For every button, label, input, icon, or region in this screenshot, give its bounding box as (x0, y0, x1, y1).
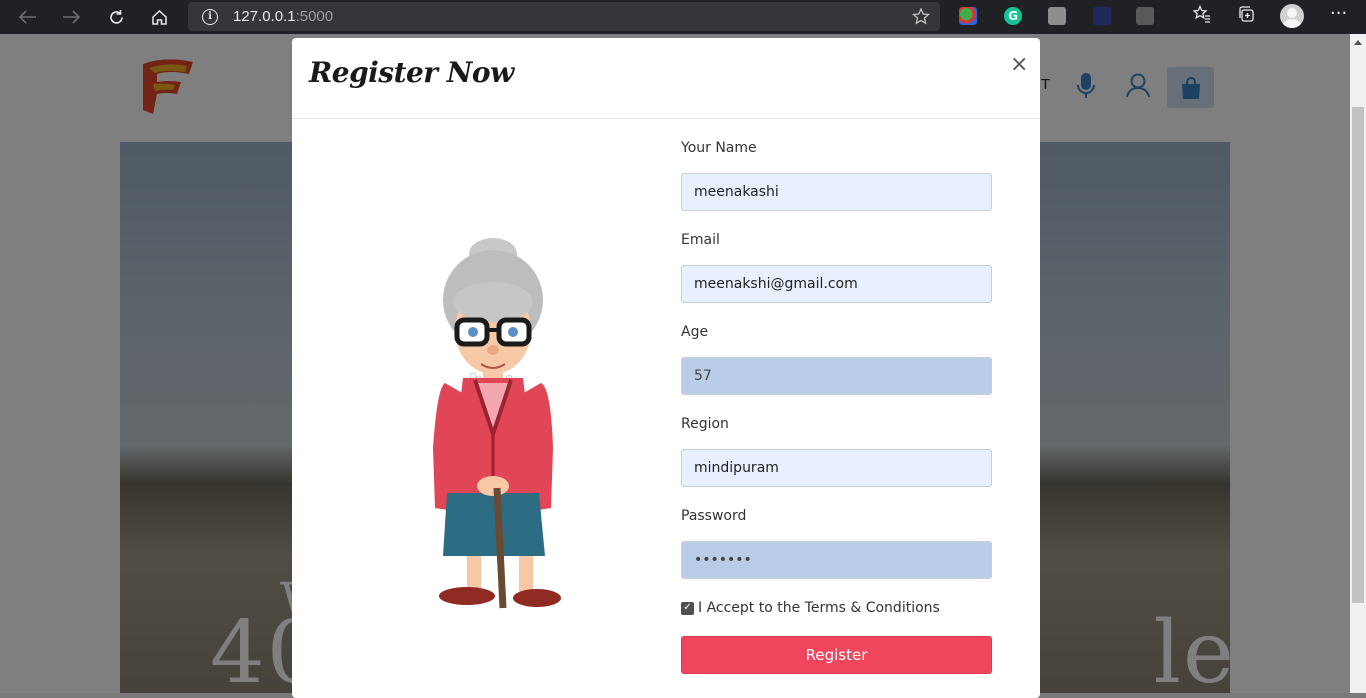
name-field-group: Your Name (681, 138, 992, 211)
reload-icon[interactable] (103, 4, 129, 30)
extension-icon[interactable] (1048, 7, 1066, 25)
age-field-group: Age (681, 322, 992, 395)
region-field-group: Region (681, 414, 992, 487)
profile-icon[interactable] (1280, 4, 1304, 28)
grandmother-illustration (433, 238, 561, 609)
add-favorite-icon[interactable] (911, 7, 931, 29)
extension-icon[interactable] (1136, 7, 1154, 25)
scrollbar-thumb[interactable] (1352, 107, 1364, 603)
url-text: 127.0.0.1:5000 (233, 8, 334, 25)
terms-label[interactable]: I Accept to the Terms & Conditions (698, 600, 940, 616)
site-info-icon[interactable]: i (202, 8, 218, 25)
scroll-up-arrow-icon[interactable] (1354, 40, 1362, 45)
email-field-group: Email (681, 230, 992, 303)
browser-toolbar: i 127.0.0.1:5000 G ··· (0, 0, 1366, 34)
age-label: Age (681, 324, 709, 340)
address-bar[interactable]: i 127.0.0.1:5000 (188, 2, 940, 31)
password-input[interactable] (681, 541, 992, 579)
grammarly-extension-icon[interactable]: G (1004, 7, 1022, 25)
name-input[interactable] (681, 173, 992, 211)
register-button[interactable]: Register (681, 636, 992, 674)
extension-icon[interactable] (959, 7, 977, 25)
page-scrollbar[interactable] (1350, 34, 1366, 693)
terms-row: ✓ I Accept to the Terms & Conditions (681, 598, 992, 618)
name-label: Your Name (681, 140, 757, 156)
terms-checkbox[interactable]: ✓ (681, 601, 694, 615)
back-arrow-icon[interactable] (15, 4, 41, 30)
collections-icon[interactable] (1237, 5, 1255, 28)
email-input[interactable] (681, 265, 992, 303)
home-icon[interactable] (146, 4, 172, 30)
region-label: Region (681, 416, 729, 432)
close-button[interactable]: × (1010, 54, 1028, 76)
password-label: Password (681, 508, 747, 524)
registration-form: Your Name Email Age Region Password ✓ I … (681, 138, 992, 674)
favorites-icon[interactable] (1192, 4, 1211, 28)
modal-header: Register Now × (292, 38, 1040, 119)
region-input[interactable] (681, 449, 992, 487)
email-label: Email (681, 232, 720, 248)
register-modal: Register Now × Your Name meenakashi Emai… (292, 38, 1040, 698)
extension-icon[interactable] (1093, 7, 1111, 25)
age-input[interactable] (681, 357, 992, 395)
modal-title: Register Now (309, 56, 514, 89)
forward-arrow-icon[interactable] (58, 4, 84, 30)
password-field-group: Password (681, 506, 992, 579)
more-menu-icon[interactable]: ··· (1330, 3, 1347, 24)
